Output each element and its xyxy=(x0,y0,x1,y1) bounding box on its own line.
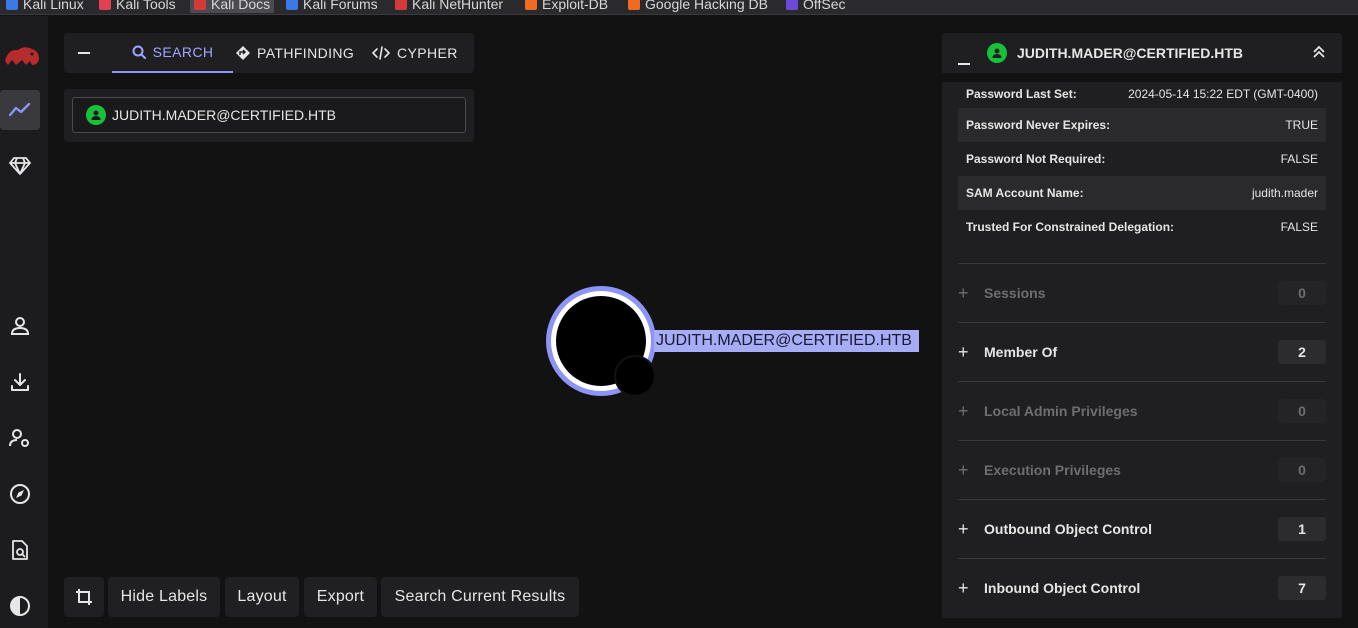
section-inbound-object-control[interactable]: + Inbound Object Control 7 xyxy=(958,558,1326,617)
kali-docs-icon xyxy=(194,0,206,10)
tab-cypher[interactable]: CYPHER xyxy=(372,33,458,73)
kali-logo-icon xyxy=(6,0,18,10)
search-input[interactable]: JUDITH.MADER@CERTIFIED.HTB xyxy=(72,97,466,133)
export-button[interactable]: Export xyxy=(304,577,377,617)
kali-tools-icon xyxy=(99,0,111,10)
minus-icon xyxy=(78,52,90,54)
bookmark-kali-tools[interactable]: Kali Tools xyxy=(99,0,176,13)
tab-pathfinding[interactable]: PATHFINDING xyxy=(236,33,354,73)
entity-title: JUDITH.MADER@CERTIFIED.HTB xyxy=(1017,45,1243,61)
count-badge: 2 xyxy=(1278,340,1326,364)
bookmark-kali-linux[interactable]: Kali Linux xyxy=(6,0,84,13)
user-node-icon xyxy=(86,105,106,125)
section-execution-privileges[interactable]: + Execution Privileges 0 xyxy=(958,440,1326,499)
table-row: Password Not Required: FALSE xyxy=(966,152,1318,166)
compass-icon xyxy=(10,484,30,504)
table-row: Password Last Set: 2024-05-14 15:22 EDT … xyxy=(966,87,1318,101)
plus-icon: + xyxy=(958,400,969,421)
graph-canvas[interactable]: JUDITH.MADER@CERTIFIED.HTB xyxy=(540,280,920,400)
profile-nav-button[interactable] xyxy=(0,306,40,346)
graph-node-label: JUDITH.MADER@CERTIFIED.HTB xyxy=(654,330,919,352)
api-explorer-button[interactable] xyxy=(0,474,40,514)
exploit-db-icon xyxy=(525,0,537,10)
download-collectors-button[interactable] xyxy=(0,362,40,402)
chevrons-up-icon xyxy=(1313,45,1325,58)
administration-button[interactable] xyxy=(0,418,40,458)
collapse-search-button[interactable] xyxy=(78,33,94,73)
table-row: Password Never Expires: TRUE xyxy=(958,108,1326,142)
hide-labels-button[interactable]: Hide Labels xyxy=(108,577,220,617)
attack-paths-nav-button[interactable] xyxy=(0,146,40,186)
plus-icon: + xyxy=(958,459,969,480)
search-icon xyxy=(132,45,146,59)
section-member-of[interactable]: + Member Of 2 xyxy=(958,322,1326,381)
section-local-admin-privileges[interactable]: + Local Admin Privileges 0 xyxy=(958,381,1326,440)
section-outbound-object-control[interactable]: + Outbound Object Control 1 xyxy=(958,499,1326,558)
user-icon xyxy=(10,317,30,335)
count-badge: 7 xyxy=(1278,576,1326,600)
theme-toggle-button[interactable] xyxy=(0,586,40,626)
download-icon xyxy=(11,373,29,391)
bookmark-kali-forums[interactable]: Kali Forums xyxy=(286,0,378,13)
left-nav-rail xyxy=(0,16,48,628)
bloodhound-logo-icon xyxy=(0,36,44,76)
properties-table: Password Last Set: 2024-05-14 15:22 EDT … xyxy=(958,82,1326,244)
search-box-container: JUDITH.MADER@CERTIFIED.HTB xyxy=(64,89,474,142)
table-row: SAM Account Name: judith.mader xyxy=(958,176,1326,210)
explore-nav-button[interactable] xyxy=(0,90,40,130)
entity-panel-body: Password Last Set: 2024-05-14 15:22 EDT … xyxy=(942,82,1342,618)
tab-search[interactable]: SEARCH xyxy=(112,33,233,73)
offsec-icon xyxy=(786,0,798,10)
plus-icon: + xyxy=(958,518,969,539)
bookmark-exploit-db[interactable]: Exploit-DB xyxy=(525,0,608,13)
nethunter-icon xyxy=(395,0,407,10)
bookmarks-bar: Kali Linux Kali Tools Kali Docs Kali For… xyxy=(0,0,1358,15)
crop-icon xyxy=(76,589,92,605)
bookmark-kali-nethunter[interactable]: Kali NetHunter xyxy=(395,0,503,13)
gem-icon xyxy=(9,157,31,175)
contrast-icon xyxy=(10,596,30,616)
documentation-button[interactable] xyxy=(0,530,40,570)
layout-button[interactable]: Layout xyxy=(225,577,299,617)
count-badge: 1 xyxy=(1278,517,1326,541)
table-row: Trusted For Constrained Delegation: FALS… xyxy=(966,220,1318,234)
chart-line-icon xyxy=(9,103,31,117)
kali-forums-icon xyxy=(286,0,298,10)
search-panel-tabs: SEARCH PATHFINDING CYPHER xyxy=(64,33,474,73)
count-badge: 0 xyxy=(1278,399,1326,423)
expand-panel-button[interactable] xyxy=(1313,45,1325,64)
bookmark-google-hacking-db[interactable]: Google Hacking DB xyxy=(628,0,768,13)
diamond-arrow-icon xyxy=(236,46,250,60)
collapse-entity-button[interactable] xyxy=(958,52,970,70)
bookmark-kali-docs[interactable]: Kali Docs xyxy=(190,0,275,13)
user-gear-icon xyxy=(9,429,29,447)
bookmark-offsec[interactable]: OffSec xyxy=(786,0,846,13)
plus-icon: + xyxy=(958,341,969,362)
minus-icon xyxy=(958,63,970,65)
ghdb-icon xyxy=(628,0,640,10)
file-search-icon xyxy=(12,540,28,560)
user-node-icon xyxy=(987,43,1007,63)
code-icon xyxy=(372,46,390,60)
crop-fit-button[interactable] xyxy=(64,577,104,617)
plus-icon: + xyxy=(958,577,969,598)
count-badge: 0 xyxy=(1278,281,1326,305)
plus-icon: + xyxy=(958,282,969,303)
entity-panel-header: JUDITH.MADER@CERTIFIED.HTB xyxy=(942,33,1342,73)
search-current-results-button[interactable]: Search Current Results xyxy=(381,577,579,617)
count-badge: 0 xyxy=(1278,458,1326,482)
section-sessions[interactable]: + Sessions 0 xyxy=(958,263,1326,322)
